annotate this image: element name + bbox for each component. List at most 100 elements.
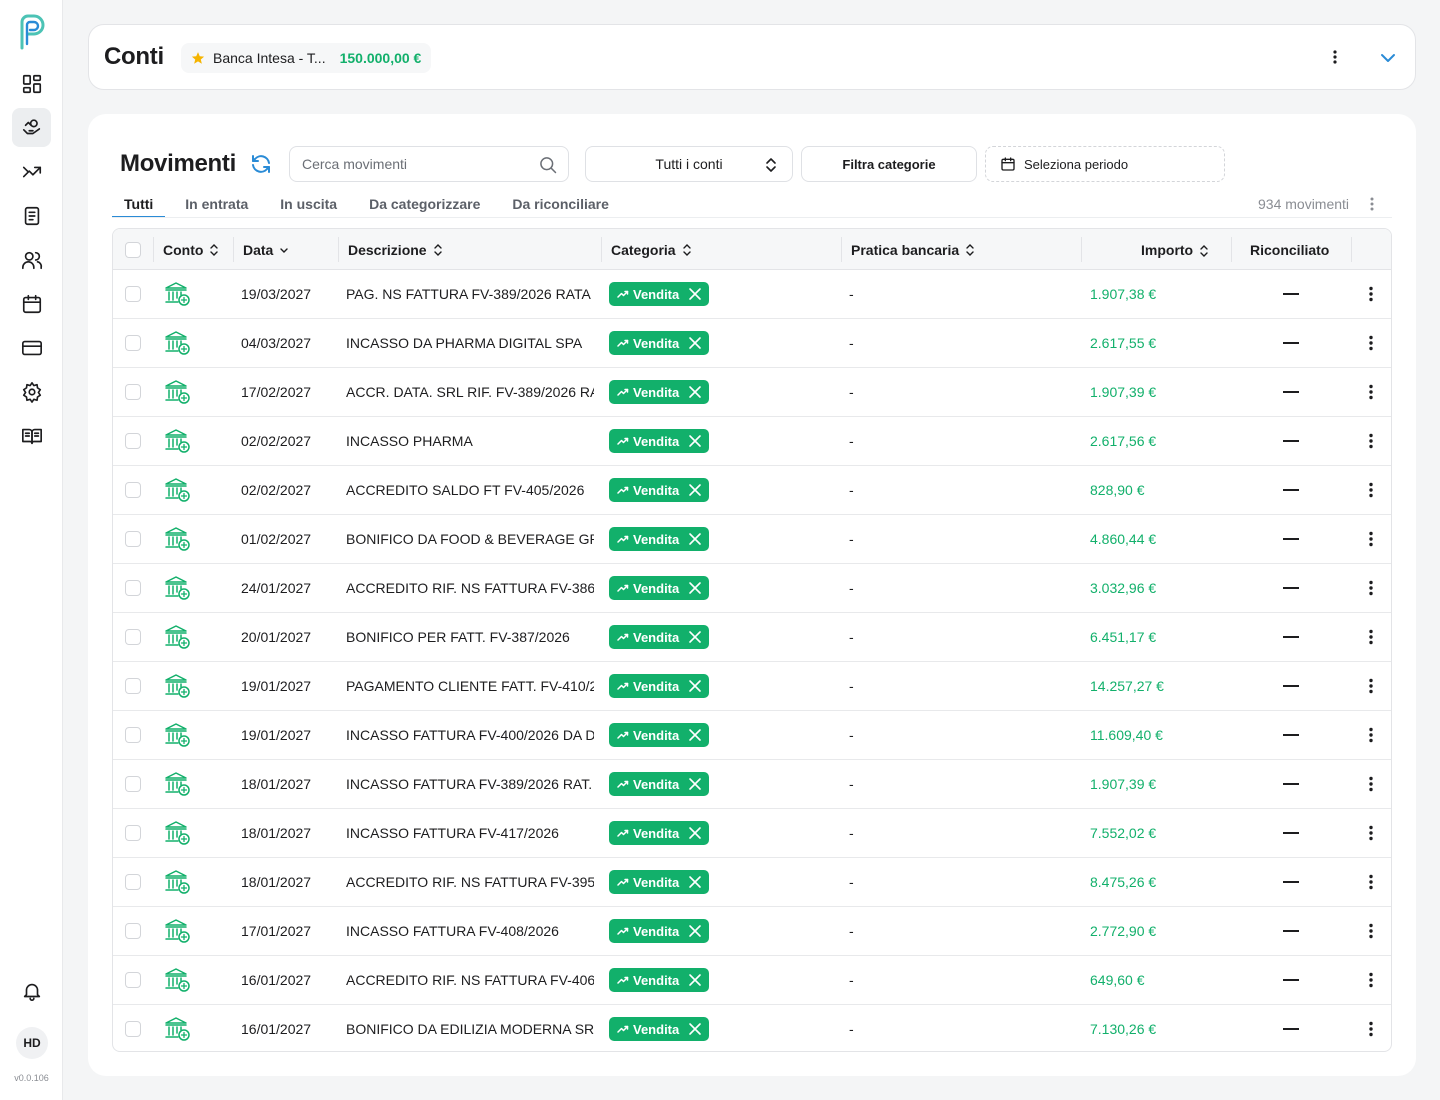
row-more-button[interactable] [1369, 466, 1373, 514]
table-row[interactable]: 18/01/2027 INCASSO FATTURA FV-389/2026 R… [113, 760, 1391, 809]
row-checkbox[interactable] [125, 923, 141, 939]
remove-category-icon[interactable] [687, 384, 703, 400]
account-chip[interactable]: Banca Intesa - T... 150.000,00 € [181, 43, 432, 73]
tab-in-entrata[interactable]: In entrata [173, 192, 260, 218]
category-badge[interactable]: Vendita [609, 821, 710, 845]
table-row[interactable]: 18/01/2027 INCASSO FATTURA FV-417/2026 V… [113, 809, 1391, 858]
row-more-button[interactable] [1369, 809, 1373, 857]
row-more-button[interactable] [1369, 564, 1373, 612]
table-row[interactable]: 02/02/2027 ACCREDITO SALDO FT FV-405/202… [113, 466, 1391, 515]
nav-settings[interactable] [12, 372, 51, 411]
row-checkbox[interactable] [125, 629, 141, 645]
table-row[interactable]: 04/03/2027 INCASSO DA PHARMA DIGITAL SPA… [113, 319, 1391, 368]
row-checkbox[interactable] [125, 825, 141, 841]
row-more-button[interactable] [1369, 711, 1373, 759]
category-badge[interactable]: Vendita [609, 870, 710, 894]
notifications-button[interactable] [12, 971, 51, 1010]
row-checkbox[interactable] [125, 482, 141, 498]
tab-da-categorizzare[interactable]: Da categorizzare [357, 192, 492, 218]
refresh-icon[interactable] [249, 152, 273, 176]
column-categoria[interactable]: Categoria [611, 229, 692, 270]
remove-category-icon[interactable] [687, 825, 703, 841]
remove-category-icon[interactable] [687, 286, 703, 302]
category-badge[interactable]: Vendita [609, 380, 710, 404]
category-badge[interactable]: Vendita [609, 625, 710, 649]
row-checkbox[interactable] [125, 335, 141, 351]
remove-category-icon[interactable] [687, 776, 703, 792]
search-icon[interactable] [538, 155, 558, 175]
nav-book[interactable] [12, 416, 51, 455]
row-checkbox[interactable] [125, 1021, 141, 1037]
remove-category-icon[interactable] [687, 874, 703, 890]
category-badge[interactable]: Vendita [609, 282, 710, 306]
category-badge[interactable]: Vendita [609, 429, 710, 453]
header-more-button[interactable] [1325, 47, 1345, 67]
table-row[interactable]: 20/01/2027 BONIFICO PER FATT. FV-387/202… [113, 613, 1391, 662]
remove-category-icon[interactable] [687, 433, 703, 449]
remove-category-icon[interactable] [687, 629, 703, 645]
row-more-button[interactable] [1369, 417, 1373, 465]
remove-category-icon[interactable] [687, 482, 703, 498]
category-badge[interactable]: Vendita [609, 1017, 710, 1041]
table-row[interactable]: 17/01/2027 INCASSO FATTURA FV-408/2026 V… [113, 907, 1391, 956]
list-more-button[interactable] [1362, 194, 1382, 214]
row-checkbox[interactable] [125, 286, 141, 302]
remove-category-icon[interactable] [687, 335, 703, 351]
table-row[interactable]: 01/02/2027 BONIFICO DA FOOD & BEVERAGE G… [113, 515, 1391, 564]
remove-category-icon[interactable] [687, 678, 703, 694]
table-row[interactable]: 24/01/2027 ACCREDITO RIF. NS FATTURA FV-… [113, 564, 1391, 613]
table-row[interactable]: 18/01/2027 ACCREDITO RIF. NS FATTURA FV-… [113, 858, 1391, 907]
nav-users[interactable] [12, 240, 51, 279]
tab-in-uscita[interactable]: In uscita [268, 192, 349, 218]
nav-calendar[interactable] [12, 284, 51, 323]
category-badge[interactable]: Vendita [609, 919, 710, 943]
column-data[interactable]: Data [243, 229, 289, 270]
nav-documents[interactable] [12, 196, 51, 235]
remove-category-icon[interactable] [687, 727, 703, 743]
row-more-button[interactable] [1369, 956, 1373, 1004]
row-more-button[interactable] [1369, 319, 1373, 367]
row-checkbox[interactable] [125, 972, 141, 988]
nav-dashboard[interactable] [12, 64, 51, 103]
column-descrizione[interactable]: Descrizione [348, 229, 443, 270]
category-badge[interactable]: Vendita [609, 674, 710, 698]
row-checkbox[interactable] [125, 727, 141, 743]
tab-tutti[interactable]: Tutti [112, 192, 166, 218]
row-checkbox[interactable] [125, 384, 141, 400]
category-badge[interactable]: Vendita [609, 331, 710, 355]
row-more-button[interactable] [1369, 515, 1373, 563]
nav-trend[interactable] [12, 152, 51, 191]
remove-category-icon[interactable] [687, 972, 703, 988]
filter-categories-button[interactable]: Filtra categorie [801, 146, 977, 182]
row-more-button[interactable] [1369, 858, 1373, 906]
app-logo[interactable] [18, 14, 46, 50]
column-pratica[interactable]: Pratica bancaria [851, 229, 975, 270]
row-checkbox[interactable] [125, 678, 141, 694]
row-more-button[interactable] [1369, 760, 1373, 808]
table-row[interactable]: 19/01/2027 PAGAMENTO CLIENTE FATT. FV-41… [113, 662, 1391, 711]
remove-category-icon[interactable] [687, 580, 703, 596]
search-input[interactable] [302, 147, 532, 181]
category-badge[interactable]: Vendita [609, 968, 710, 992]
column-conto[interactable]: Conto [163, 229, 219, 270]
row-more-button[interactable] [1369, 662, 1373, 710]
row-more-button[interactable] [1369, 907, 1373, 955]
category-badge[interactable]: Vendita [609, 723, 710, 747]
column-importo[interactable]: Importo [1141, 229, 1209, 270]
row-checkbox[interactable] [125, 874, 141, 890]
category-badge[interactable]: Vendita [609, 478, 710, 502]
row-checkbox[interactable] [125, 580, 141, 596]
category-badge[interactable]: Vendita [609, 527, 710, 551]
nav-transactions[interactable] [12, 108, 51, 147]
select-period-button[interactable]: Seleziona periodo [985, 146, 1225, 182]
select-all-checkbox[interactable] [125, 241, 141, 258]
remove-category-icon[interactable] [687, 531, 703, 547]
row-checkbox[interactable] [125, 433, 141, 449]
row-checkbox[interactable] [125, 776, 141, 792]
row-more-button[interactable] [1369, 1005, 1373, 1051]
category-badge[interactable]: Vendita [609, 576, 710, 600]
nav-card[interactable] [12, 328, 51, 367]
table-row[interactable]: 19/01/2027 INCASSO FATTURA FV-400/2026 D… [113, 711, 1391, 760]
remove-category-icon[interactable] [687, 1021, 703, 1037]
tab-da-riconciliare[interactable]: Da riconciliare [500, 192, 621, 218]
